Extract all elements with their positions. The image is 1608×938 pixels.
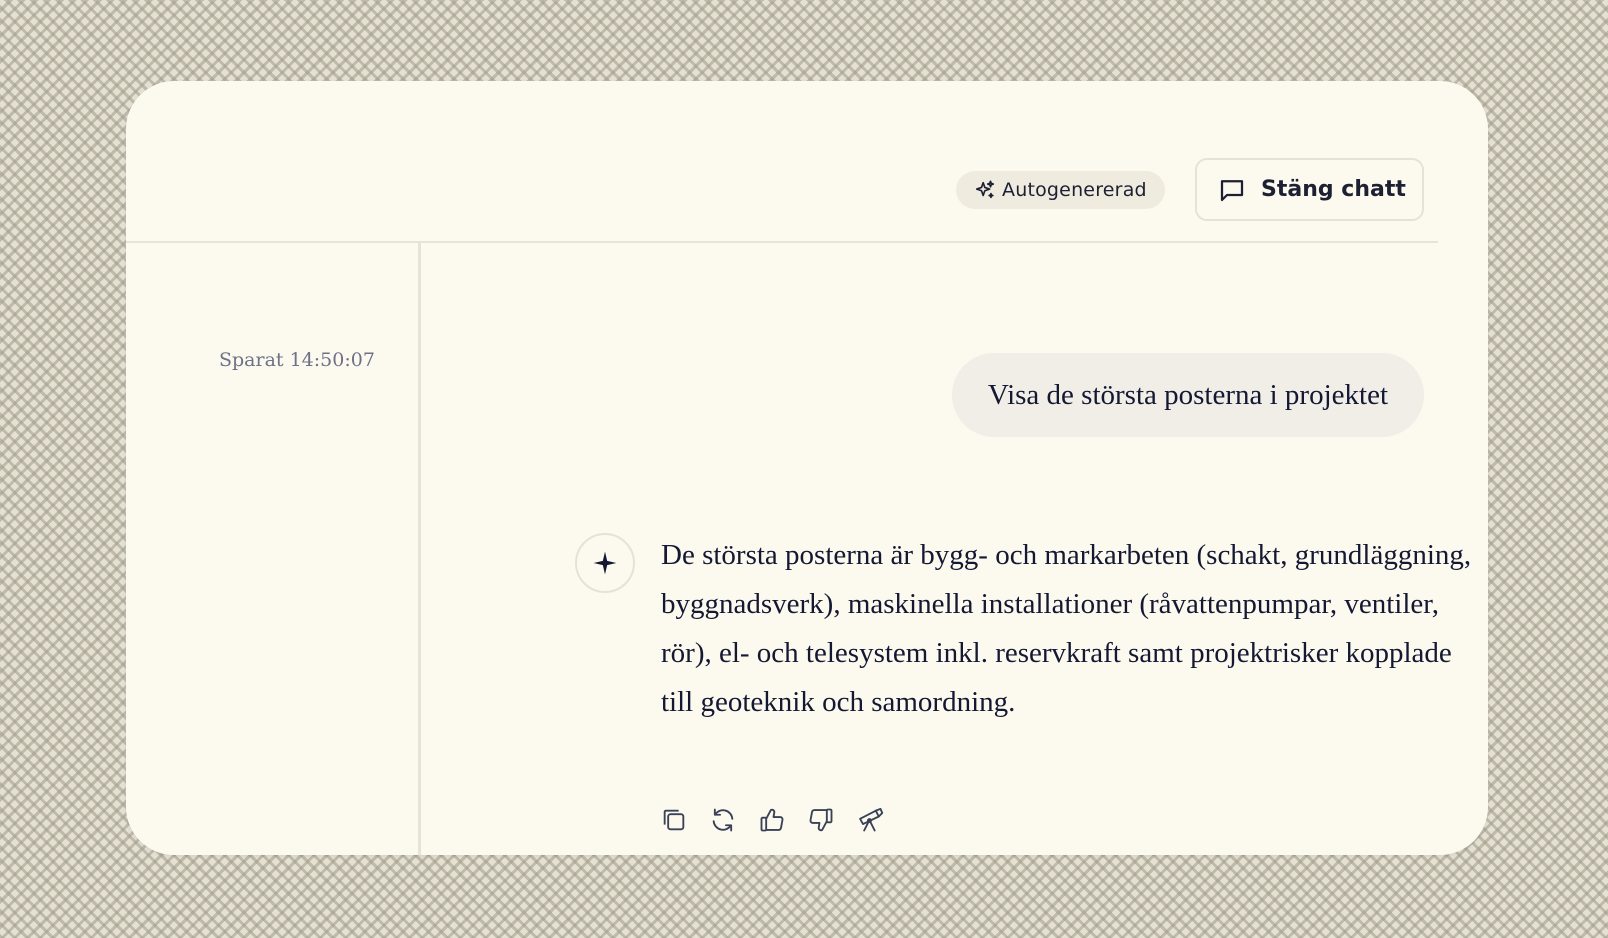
close-chat-label: Stäng chatt: [1261, 177, 1406, 202]
thumbs-down-button[interactable]: [806, 805, 836, 835]
thumbs-up-icon: [760, 808, 784, 832]
badge-label: Autogenererad: [1002, 179, 1147, 201]
sparkle-icon: [593, 551, 617, 575]
explore-button[interactable]: [855, 805, 885, 835]
telescope-icon: [859, 807, 884, 832]
assistant-message: De största posterna är bygg- och markarb…: [661, 539, 1472, 718]
conversation: Visa de största posterna i projektet De …: [421, 243, 1488, 855]
sparkles-icon: [975, 180, 995, 199]
user-message: Visa de största posterna i projektet: [951, 353, 1424, 437]
message-actions: [659, 805, 885, 835]
saved-status: Sparat 14:50:07: [219, 349, 375, 371]
assistant-avatar: [575, 533, 635, 593]
chat-bubble-icon: [1220, 179, 1244, 201]
chat-header: Autogenererad Stäng chatt: [126, 81, 1488, 242]
copy-icon: [663, 809, 685, 831]
thumbs-down-icon: [809, 808, 833, 832]
regenerate-button[interactable]: [708, 805, 738, 835]
regenerate-icon: [712, 808, 734, 832]
thumbs-up-button[interactable]: [757, 805, 787, 835]
sidebar: Sparat 14:50:07: [126, 243, 418, 855]
copy-button[interactable]: [659, 805, 689, 835]
autogenerated-badge: Autogenererad: [956, 171, 1165, 209]
close-chat-button[interactable]: Stäng chatt: [1195, 158, 1424, 221]
chat-card: Autogenererad Stäng chatt Sparat 14:50:0…: [126, 81, 1488, 855]
